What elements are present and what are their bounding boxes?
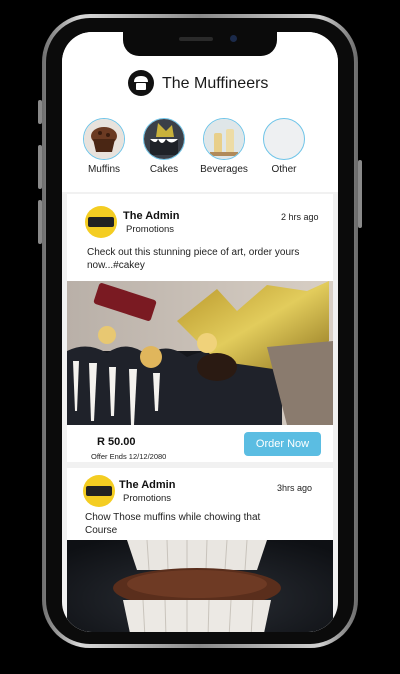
post-time: 3hrs ago [277, 483, 313, 493]
category-label: Muffins [87, 164, 121, 175]
post-card[interactable]: The Admin Promotions 3hrs ago Chow Those… [67, 468, 333, 632]
author-avatar [83, 475, 115, 507]
post-author: The Admin [123, 210, 180, 222]
category-label: Beverages [200, 164, 248, 175]
post-tag: Promotions [123, 493, 172, 504]
muffins-photo [67, 540, 333, 632]
order-now-button[interactable]: Order Now [244, 432, 321, 456]
post-price: R 50.00 [97, 436, 136, 448]
phone-notch [123, 30, 277, 56]
app-screen: The Muffineers Muffins Cakes Beverages O… [62, 32, 338, 632]
phone-power-button [358, 160, 362, 228]
phone-mute-switch [38, 100, 42, 124]
app-header: The Muffineers Muffins Cakes Beverages O… [62, 32, 338, 192]
phone-speaker [179, 37, 213, 41]
beverages-thumbnail [203, 118, 245, 160]
front-camera-icon [230, 35, 237, 42]
app-title: The Muffineers [162, 75, 269, 92]
category-other[interactable]: Other [254, 118, 314, 175]
category-muffins[interactable]: Muffins [74, 118, 134, 175]
post-offer-expiry: Offer Ends 12/12/2080 [91, 452, 167, 461]
phone-volume-down [38, 200, 42, 244]
cake-photo [67, 281, 333, 425]
post-author: The Admin [119, 479, 176, 491]
muffins-thumbnail [83, 118, 125, 160]
muffin-logo-icon [128, 70, 154, 96]
post-time: 2 hrs ago [281, 212, 319, 222]
post-text: Chow Those muffins while chowing that Co… [85, 512, 261, 536]
post-text: Check out this stunning piece of art, or… [87, 247, 300, 271]
category-label: Other [271, 164, 297, 175]
other-thumbnail [263, 118, 305, 160]
post-tag: Promotions [126, 224, 175, 235]
phone-volume-up [38, 145, 42, 189]
category-beverages[interactable]: Beverages [194, 118, 254, 175]
author-avatar [85, 206, 117, 238]
post-card[interactable]: The Admin Promotions 2 hrs ago Check out… [67, 194, 333, 462]
category-cakes[interactable]: Cakes [134, 118, 194, 175]
cakes-thumbnail [143, 118, 185, 160]
category-label: Cakes [149, 164, 179, 175]
